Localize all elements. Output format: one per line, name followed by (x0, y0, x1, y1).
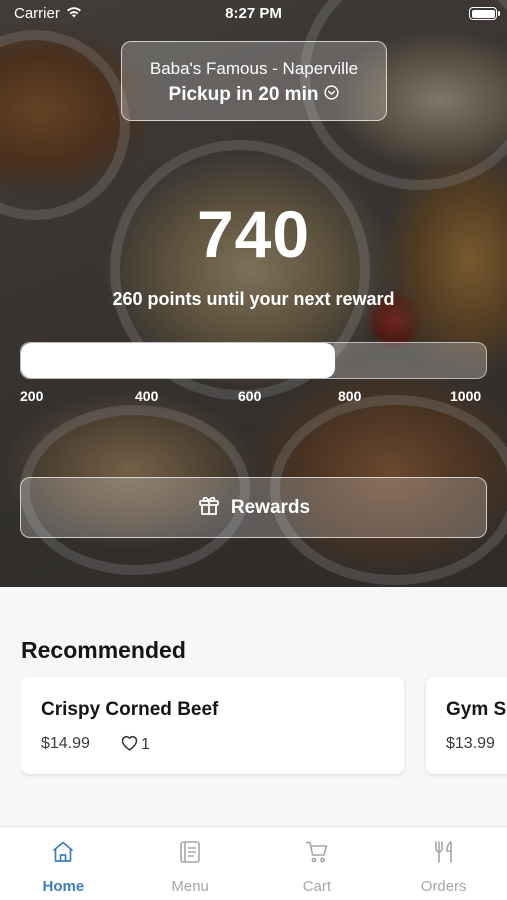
progress-tick-label: 800 (338, 388, 362, 404)
tab-cart-label: Cart (302, 878, 332, 895)
tab-menu[interactable]: Menu (127, 827, 254, 900)
home-icon (50, 839, 76, 870)
progress-tick-labels: 200 400 600 800 1000 (20, 388, 487, 406)
location-selector[interactable]: Baba's Famous - Naperville Pickup in 20 … (121, 41, 387, 121)
item-price: $13.99 (446, 735, 495, 752)
tab-home-label: Home (42, 878, 85, 895)
tab-orders-label: Orders (420, 878, 467, 895)
like-count: 1 (141, 736, 150, 753)
tab-cart[interactable]: Cart (254, 827, 381, 900)
cart-icon (304, 839, 330, 870)
progress-tick-label: 200 (20, 388, 44, 404)
recommended-title: Recommended (21, 637, 186, 663)
store-name: Baba's Famous - Naperville (149, 59, 359, 78)
battery-icon (469, 7, 500, 20)
status-bar: Carrier 8:27 PM (0, 0, 507, 28)
item-likes[interactable]: 1 (120, 734, 150, 756)
status-time: 8:27 PM (225, 5, 282, 22)
fork-knife-icon (431, 839, 457, 870)
recommended-item-card[interactable]: Crispy Corned Beef $14.99 1 (21, 677, 404, 774)
menu-icon (177, 839, 203, 870)
pickup-time: Pickup in 20 min (168, 84, 319, 105)
item-name: Crispy Corned Beef (41, 699, 219, 720)
points-until-reward: 260 points until your next reward (112, 289, 395, 309)
tab-orders[interactable]: Orders (380, 827, 507, 900)
recommended-item-card[interactable]: Gym Special $13.99 (426, 677, 507, 774)
tab-menu-label: Menu (171, 878, 209, 895)
heart-icon (120, 734, 139, 756)
rewards-progress-bar (20, 342, 487, 379)
progress-tick-label: 1000 (450, 388, 482, 404)
points-total: 740 (196, 197, 311, 271)
recommended-carousel[interactable]: Crispy Corned Beef $14.99 1 Gym Special … (21, 677, 507, 777)
chevron-down-circle-icon (324, 84, 340, 106)
tab-home[interactable]: Home (0, 827, 127, 900)
progress-tick-label: 400 (135, 388, 159, 404)
item-price: $14.99 (41, 735, 90, 752)
tab-bar: Home Menu Cart Orders (0, 826, 507, 900)
rewards-button[interactable]: Rewards (20, 477, 487, 538)
item-name: Gym Special (446, 699, 507, 720)
rewards-progress-fill (21, 343, 335, 378)
gift-icon (197, 493, 221, 523)
progress-tick-label: 600 (238, 388, 262, 404)
rewards-button-label: Rewards (230, 496, 311, 518)
